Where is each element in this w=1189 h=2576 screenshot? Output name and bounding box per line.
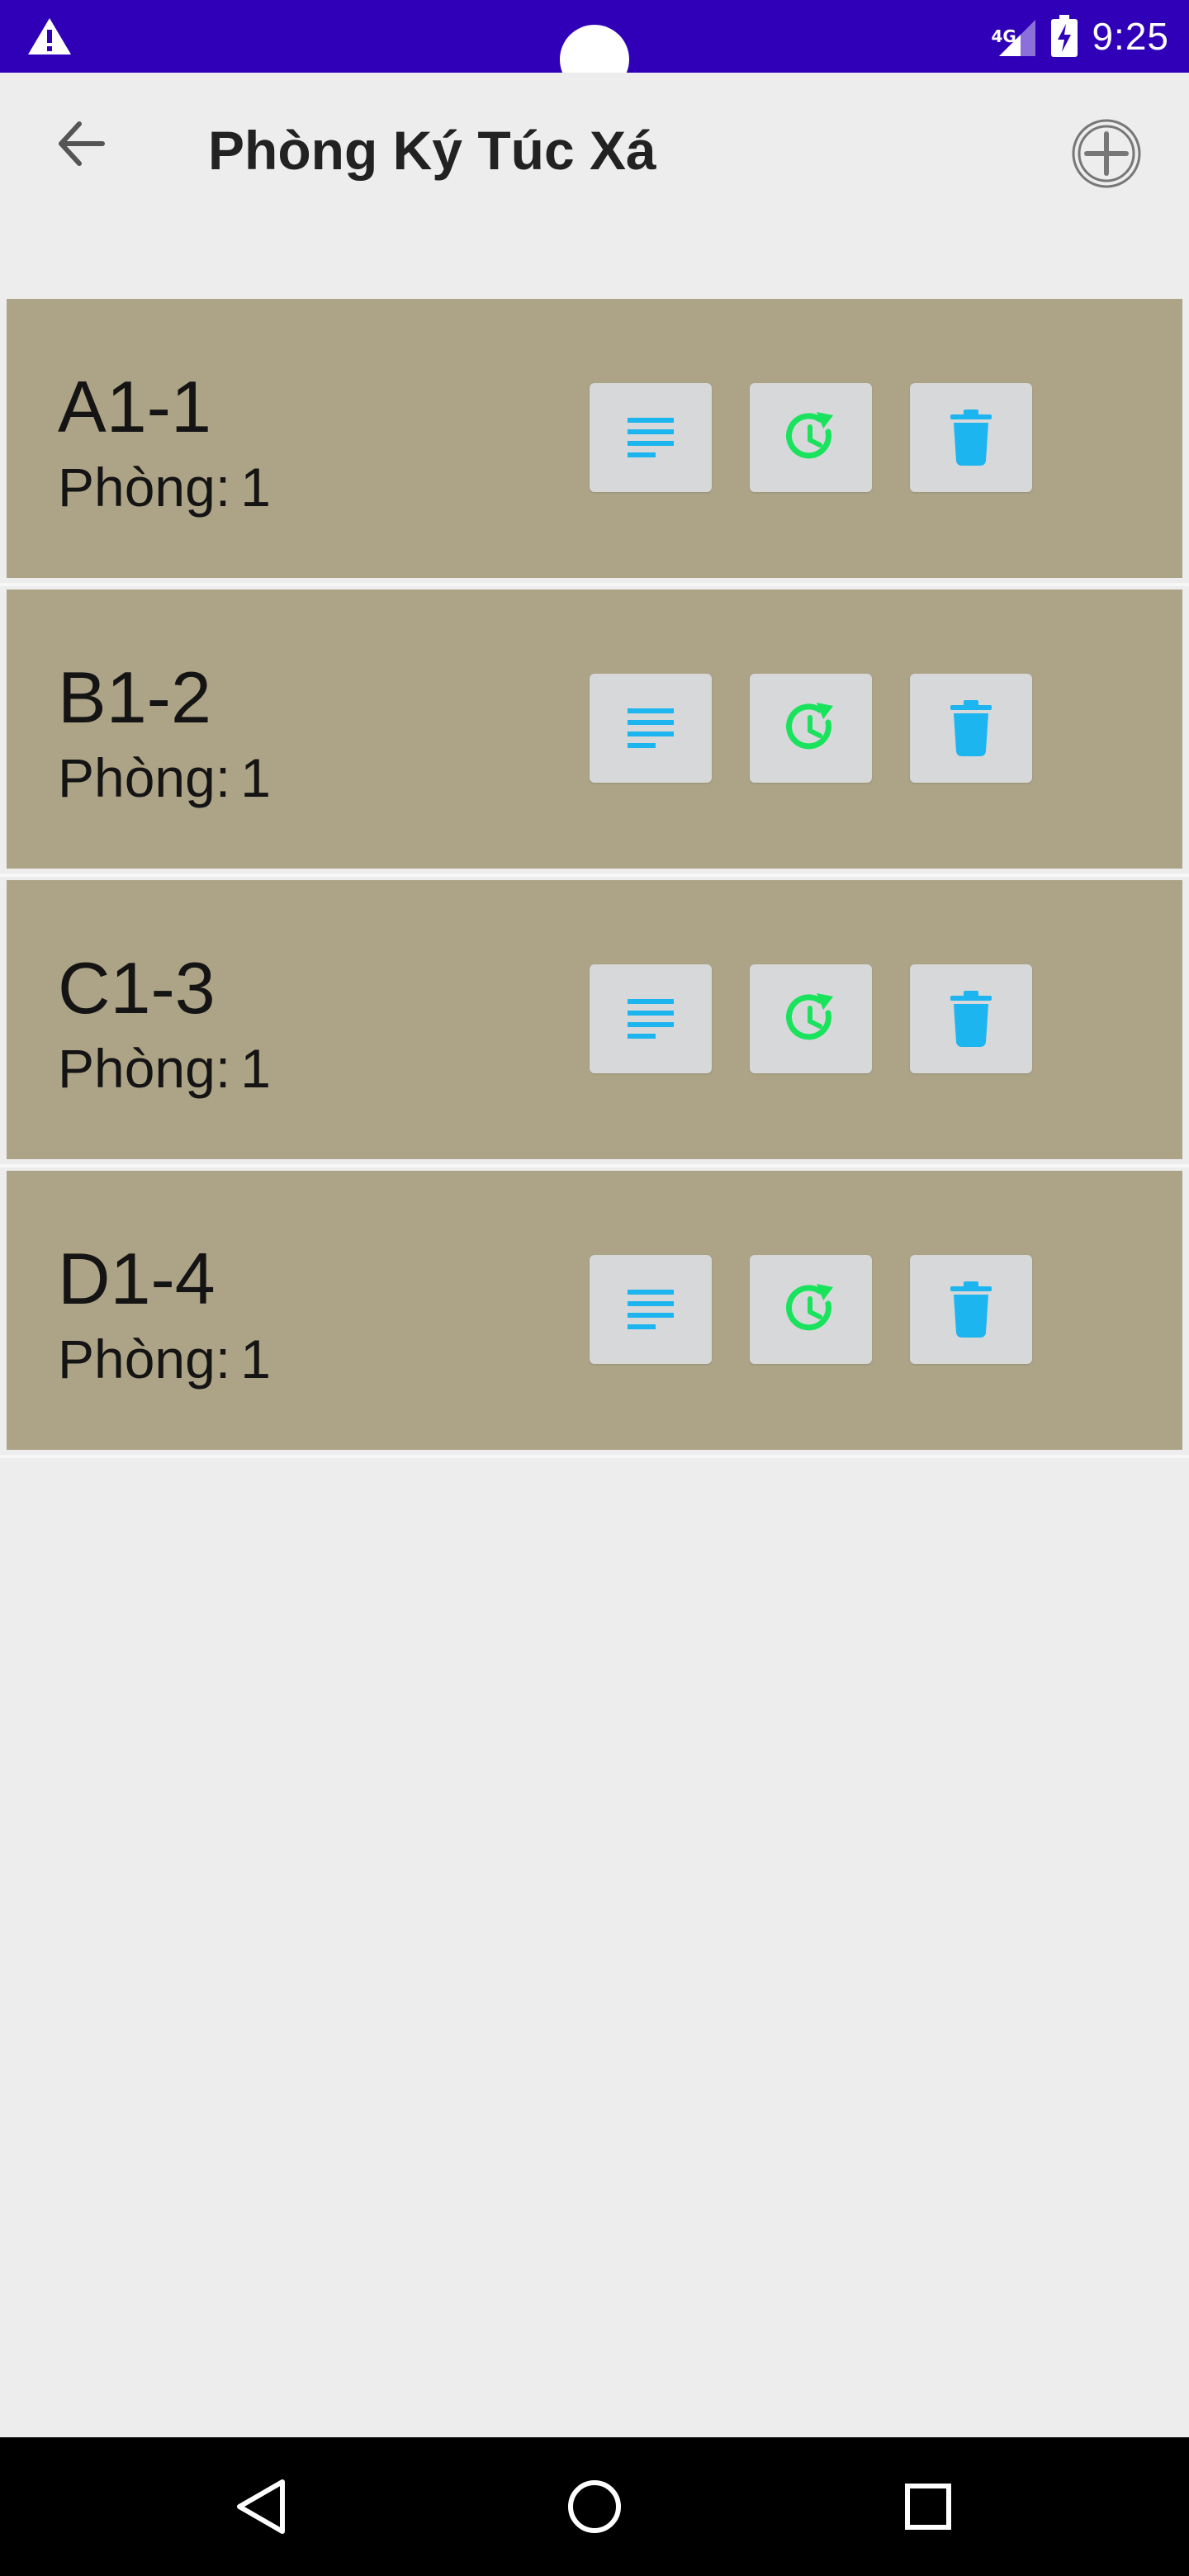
delete-icon [950, 1281, 992, 1338]
page-title: Phòng Ký Túc Xá [208, 120, 656, 181]
details-icon [628, 418, 674, 457]
history-icon [786, 1284, 833, 1331]
history-button[interactable] [750, 674, 872, 783]
details-button[interactable] [590, 674, 712, 783]
room-card[interactable]: D1-4 Phòng: 1 [0, 1171, 1189, 1458]
room-name: C1-3 [58, 947, 216, 1029]
room-count-value: 1 [240, 1328, 271, 1390]
history-icon [786, 993, 833, 1040]
room-count: Phòng: 1 [58, 746, 271, 809]
back-button[interactable] [41, 104, 121, 183]
room-list: A1-1 Phòng: 1 B1-2 Phòng: 1 C1-3 Phòng: … [0, 299, 1189, 1461]
nav-back-button[interactable] [228, 2474, 294, 2540]
room-count-value: 1 [240, 457, 271, 518]
room-count-value: 1 [240, 747, 271, 808]
room-name: D1-4 [58, 1238, 216, 1319]
nav-recents-button[interactable] [895, 2474, 961, 2540]
details-icon [628, 1290, 674, 1329]
room-count: Phòng: 1 [58, 1328, 271, 1390]
room-name: B1-2 [58, 656, 211, 738]
details-icon [628, 708, 674, 748]
delete-icon [950, 700, 992, 756]
recents-square-icon [905, 2484, 951, 2530]
home-circle-icon [568, 2480, 621, 2533]
room-count-label: Phòng: [58, 1328, 231, 1390]
details-button[interactable] [590, 383, 712, 492]
delete-icon [950, 410, 992, 466]
nav-home-button[interactable] [561, 2474, 628, 2540]
delete-button[interactable] [910, 383, 1032, 492]
room-count-label: Phòng: [58, 747, 231, 808]
alert-icon [28, 18, 71, 54]
add-room-button[interactable] [1070, 117, 1143, 190]
network-type-label: 4G [991, 26, 1016, 46]
room-name: A1-1 [58, 366, 211, 447]
room-card[interactable]: C1-3 Phòng: 1 [0, 880, 1189, 1167]
history-button[interactable] [750, 1255, 872, 1364]
status-bar: 4G 9:25 [0, 0, 1189, 94]
room-card[interactable]: A1-1 Phòng: 1 [0, 299, 1189, 586]
delete-button[interactable] [910, 674, 1032, 783]
delete-icon [950, 991, 992, 1047]
details-icon [628, 999, 674, 1039]
room-count-value: 1 [240, 1038, 271, 1099]
status-right-group: 4G 9:25 [991, 0, 1169, 73]
room-card[interactable]: B1-2 Phòng: 1 [0, 590, 1189, 877]
system-nav-bar [0, 2437, 1189, 2576]
history-icon [786, 412, 833, 459]
history-button[interactable] [750, 964, 872, 1073]
room-count: Phòng: 1 [58, 1037, 271, 1100]
room-actions [590, 1255, 1032, 1364]
details-button[interactable] [590, 1255, 712, 1364]
battery-charging-icon [1051, 15, 1078, 57]
history-button[interactable] [750, 383, 872, 492]
room-actions [590, 674, 1032, 783]
back-triangle-icon [237, 2479, 285, 2534]
delete-button[interactable] [910, 964, 1032, 1073]
room-count: Phòng: 1 [58, 456, 271, 519]
room-count-label: Phòng: [58, 1038, 231, 1099]
room-actions [590, 964, 1032, 1073]
history-icon [786, 703, 833, 750]
delete-button[interactable] [910, 1255, 1032, 1364]
arrow-back-icon [59, 121, 105, 166]
details-button[interactable] [590, 964, 712, 1073]
add-circle-icon [1072, 119, 1141, 188]
room-actions [590, 383, 1032, 492]
signal-indicator: 4G [991, 15, 1037, 58]
status-time: 9:25 [1092, 15, 1169, 58]
app-bar: Phòng Ký Túc Xá [0, 73, 1189, 238]
room-count-label: Phòng: [58, 457, 231, 518]
